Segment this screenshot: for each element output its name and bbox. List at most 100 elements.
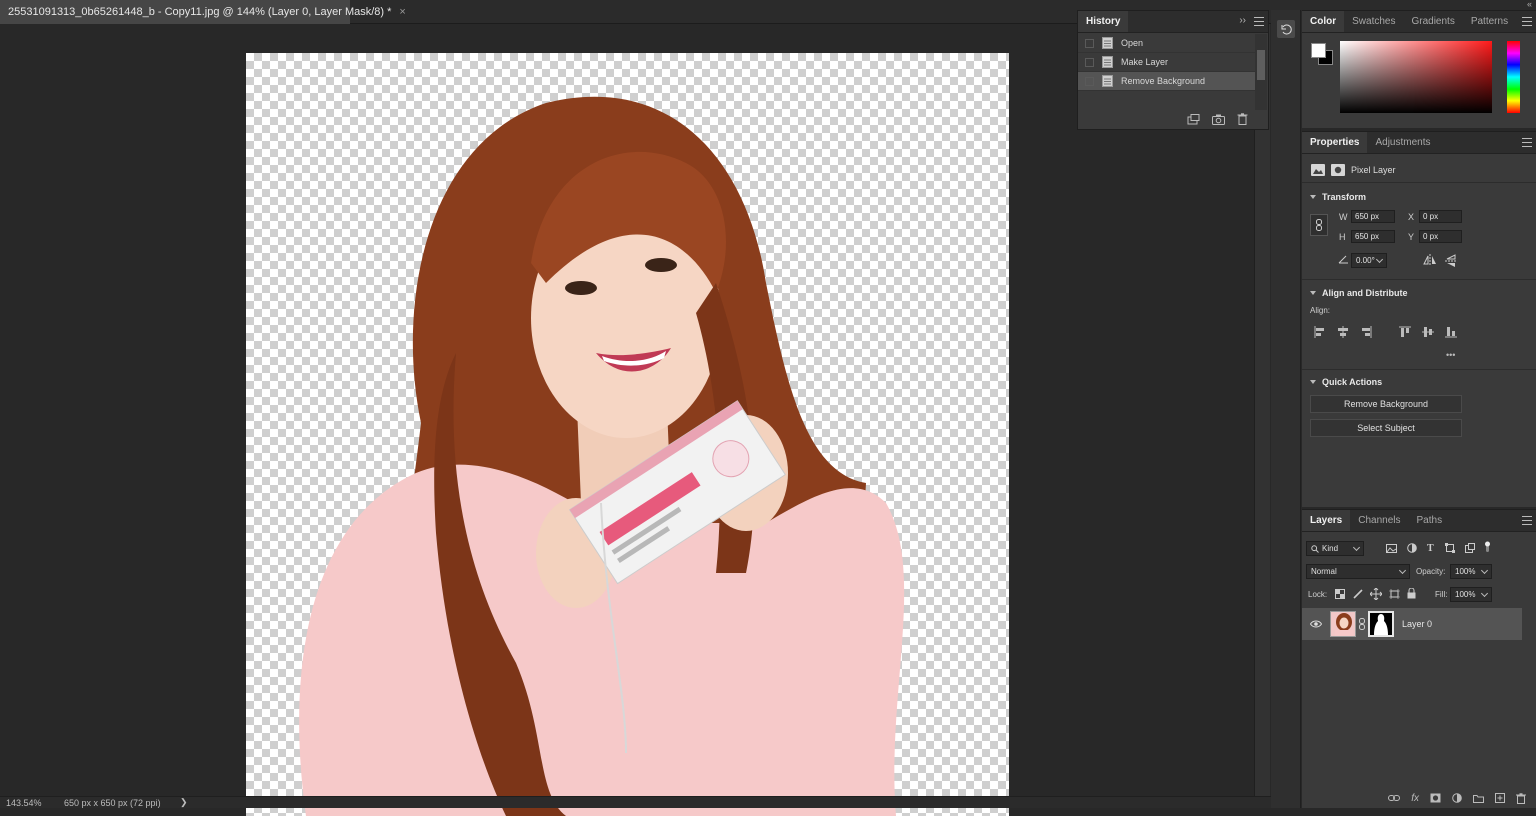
fill-field[interactable]: 100% <box>1450 587 1492 602</box>
layer-row-layer-0[interactable]: Layer 0 <box>1302 608 1522 640</box>
collapse-triangle-icon <box>1310 380 1316 384</box>
angle-field[interactable]: 0.00° <box>1351 253 1387 268</box>
history-panel: History ›› Open Make Layer Remove Backgr… <box>1077 10 1269 130</box>
blend-mode-select[interactable]: Normal <box>1306 564 1410 579</box>
align-top-edges-icon[interactable] <box>1399 326 1411 338</box>
height-label: H <box>1339 232 1346 242</box>
document-dimensions: 650 px x 650 px (72 ppi) <box>64 797 161 808</box>
section-title: Transform <box>1322 192 1367 202</box>
foreground-background-swatches[interactable] <box>1311 43 1333 65</box>
align-horizontal-centers-icon[interactable] <box>1337 326 1349 338</box>
tab-swatches[interactable]: Swatches <box>1344 11 1403 32</box>
delete-layer-trash-icon[interactable] <box>1516 792 1526 804</box>
chevron-down-icon <box>1352 543 1361 551</box>
pixel-layer-icon[interactable] <box>1311 164 1325 176</box>
filter-smart-object-icon[interactable] <box>1465 543 1475 553</box>
lock-image-pixels-icon[interactable] <box>1353 589 1363 599</box>
tab-layers[interactable]: Layers <box>1302 510 1351 531</box>
layer-name[interactable]: Layer 0 <box>1402 619 1432 629</box>
transform-section-header[interactable]: Transform <box>1310 192 1366 202</box>
section-title: Align and Distribute <box>1322 288 1408 298</box>
trash-icon[interactable] <box>1237 113 1248 125</box>
color-field[interactable] <box>1340 41 1492 113</box>
tab-properties[interactable]: Properties <box>1302 132 1368 153</box>
mask-link-icon[interactable] <box>1359 618 1365 630</box>
filter-kind-label: Kind <box>1322 544 1339 553</box>
history-snapshot-checkbox[interactable] <box>1085 38 1094 48</box>
separator <box>1302 279 1536 280</box>
flip-horizontal-icon[interactable] <box>1423 254 1437 266</box>
eye-icon[interactable] <box>1310 620 1322 628</box>
layer-thumbnail[interactable] <box>1330 611 1356 637</box>
tab-history[interactable]: History <box>1078 11 1129 32</box>
tab-patterns[interactable]: Patterns <box>1463 11 1516 32</box>
hue-slider[interactable] <box>1507 41 1520 113</box>
quick-actions-section-header[interactable]: Quick Actions <box>1310 377 1382 387</box>
lock-all-icon[interactable] <box>1407 588 1416 599</box>
tab-color[interactable]: Color <box>1302 11 1345 32</box>
panel-menu-icon[interactable] <box>1522 516 1532 525</box>
filter-shape-icon[interactable] <box>1445 543 1455 553</box>
canvas-vertical-scrollbar[interactable] <box>1254 24 1270 796</box>
document-tab-title: 25531091313_0b65261448_b - Copy11.jpg @ … <box>8 6 392 18</box>
link-dimensions-button[interactable] <box>1310 214 1328 236</box>
angle-icon <box>1338 255 1348 264</box>
new-layer-icon[interactable] <box>1495 793 1505 803</box>
align-vertical-centers-icon[interactable] <box>1422 326 1434 338</box>
filter-pixel-icon[interactable] <box>1386 544 1397 553</box>
tab-gradients[interactable]: Gradients <box>1403 11 1462 32</box>
height-field[interactable]: 650 px <box>1351 230 1395 243</box>
lock-transparent-pixels-icon[interactable] <box>1335 589 1345 599</box>
zoom-level[interactable]: 143.54% <box>6 798 42 808</box>
tab-channels[interactable]: Channels <box>1350 510 1408 531</box>
tab-paths[interactable]: Paths <box>1409 510 1451 531</box>
new-group-folder-icon[interactable] <box>1473 794 1484 803</box>
new-document-from-state-icon[interactable] <box>1187 113 1200 125</box>
select-subject-button[interactable]: Select Subject <box>1310 419 1462 437</box>
add-layer-mask-icon[interactable] <box>1430 793 1441 803</box>
align-section-header[interactable]: Align and Distribute <box>1310 288 1408 298</box>
lock-artboard-icon[interactable] <box>1389 589 1400 599</box>
flip-vertical-icon[interactable] <box>1445 254 1457 268</box>
width-field[interactable]: 650 px <box>1351 210 1395 223</box>
document-canvas[interactable] <box>246 53 1009 816</box>
history-scrollbar[interactable] <box>1255 34 1267 110</box>
y-field[interactable]: 0 px <box>1419 230 1462 243</box>
align-left-edges-icon[interactable] <box>1314 326 1326 338</box>
panel-menu-icon[interactable] <box>1522 138 1532 147</box>
close-tab-icon[interactable]: × <box>399 6 405 18</box>
fill-value: 100% <box>1455 590 1476 599</box>
more-options-icon[interactable]: ••• <box>1446 350 1455 360</box>
layer-style-fx-icon[interactable]: fx <box>1411 793 1419 804</box>
layer-mask-icon[interactable] <box>1331 164 1345 176</box>
foreground-color-swatch[interactable] <box>1311 43 1326 58</box>
x-field[interactable]: 0 px <box>1419 210 1462 223</box>
filter-toggle-icon[interactable] <box>1483 541 1492 553</box>
panel-menu-icon[interactable] <box>1522 17 1532 26</box>
align-right-edges-icon[interactable] <box>1360 326 1372 338</box>
remove-background-button[interactable]: Remove Background <box>1310 395 1462 413</box>
layer-filter-kind-select[interactable]: Kind <box>1306 541 1364 556</box>
lock-position-icon[interactable] <box>1370 588 1382 600</box>
history-item-make-layer[interactable]: Make Layer <box>1078 53 1256 72</box>
history-scroll-thumb[interactable] <box>1257 50 1265 80</box>
opacity-field[interactable]: 100% <box>1450 564 1492 579</box>
panel-menu-icon[interactable] <box>1254 17 1264 26</box>
history-snapshot-checkbox[interactable] <box>1085 76 1094 86</box>
collapse-dock-icon[interactable]: « <box>1527 0 1532 9</box>
filter-adjustment-icon[interactable] <box>1407 543 1417 553</box>
link-layers-icon[interactable] <box>1388 794 1401 802</box>
filter-type-icon[interactable]: T <box>1427 543 1434 554</box>
history-snapshot-checkbox[interactable] <box>1085 57 1094 67</box>
history-item-remove-background[interactable]: Remove Background <box>1078 72 1256 91</box>
align-bottom-edges-icon[interactable] <box>1445 326 1457 338</box>
history-panel-toggle-button[interactable] <box>1277 20 1295 38</box>
tab-adjustments[interactable]: Adjustments <box>1367 132 1438 153</box>
status-menu-arrow-icon[interactable]: ❯ <box>180 797 188 808</box>
layer-mask-thumbnail[interactable] <box>1368 611 1394 637</box>
document-tab[interactable]: 25531091313_0b65261448_b - Copy11.jpg @ … <box>0 0 406 24</box>
camera-icon[interactable] <box>1212 114 1225 125</box>
history-item-open[interactable]: Open <box>1078 34 1256 53</box>
expand-panel-icon[interactable]: ›› <box>1239 15 1246 26</box>
new-adjustment-layer-icon[interactable] <box>1452 793 1462 803</box>
